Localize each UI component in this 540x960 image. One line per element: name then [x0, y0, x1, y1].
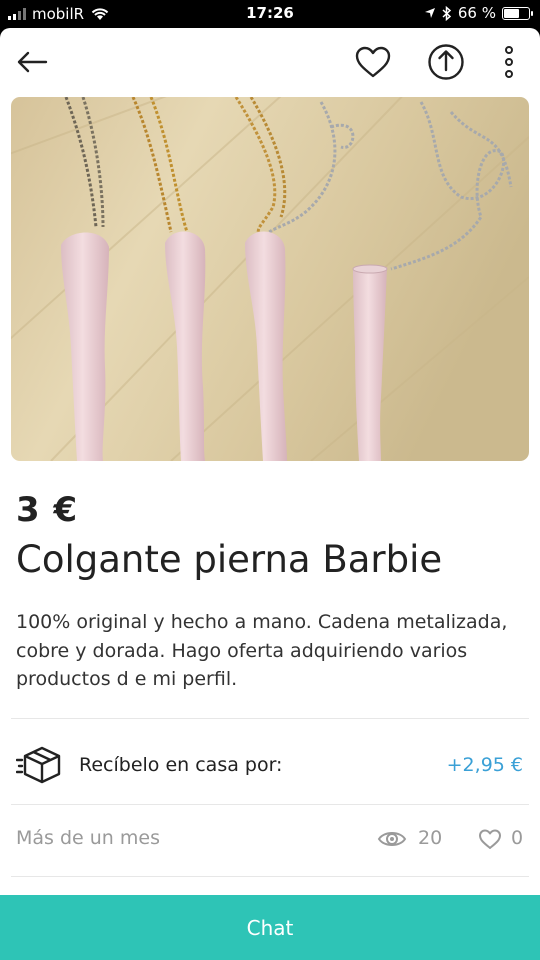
bluetooth-icon: [442, 5, 452, 21]
listing-date: Más de un mes: [16, 827, 160, 849]
battery-percent: 66 %: [457, 4, 496, 22]
favorite-button[interactable]: [350, 42, 396, 82]
status-bar: mobilR 17:26 66 %: [0, 0, 540, 28]
heart-outline-icon: [479, 829, 501, 849]
listing-meta-row: Más de un mes 20 0: [0, 821, 540, 861]
product-description: 100% original y hecho a mano. Cadena met…: [16, 611, 508, 690]
shipping-label: Recíbelo en casa por:: [79, 754, 283, 776]
favorites-count: 0: [511, 827, 524, 849]
more-vertical-icon: [505, 46, 513, 78]
more-options-button[interactable]: [496, 42, 522, 82]
battery-icon: [502, 6, 533, 20]
divider: [11, 876, 529, 877]
product-photo[interactable]: [11, 97, 529, 461]
divider: [11, 718, 529, 719]
location-arrow-icon: [424, 8, 435, 18]
top-bar: [0, 28, 540, 96]
eye-icon: [377, 832, 407, 846]
share-button[interactable]: [424, 40, 468, 84]
shipping-price[interactable]: +2,95 €: [447, 754, 523, 776]
share-icon: [428, 44, 464, 80]
back-button[interactable]: [12, 44, 52, 80]
product-image: [11, 97, 529, 461]
divider: [11, 804, 529, 805]
back-arrow-icon: [17, 51, 48, 73]
chat-button[interactable]: Chat: [0, 895, 540, 960]
product-title: Colgante pierna Barbie: [16, 538, 443, 581]
product-sheet: 3 € Colgante pierna Barbie 100% original…: [0, 28, 540, 960]
status-right-group: 66 %: [424, 4, 533, 22]
shipping-row[interactable]: Recíbelo en casa por: +2,95 €: [0, 740, 540, 792]
product-price: 3 €: [16, 490, 79, 530]
box-delivery-icon: [16, 746, 61, 784]
views-count: 20: [418, 827, 443, 849]
chat-button-label: Chat: [246, 915, 294, 940]
heart-icon: [355, 46, 391, 78]
